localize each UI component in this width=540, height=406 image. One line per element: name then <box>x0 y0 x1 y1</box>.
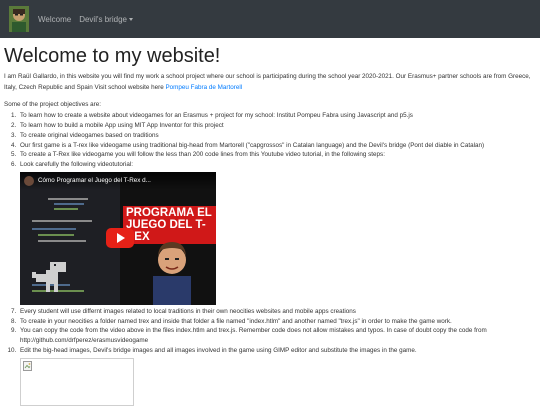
nav-link-welcome[interactable]: Welcome <box>38 15 71 24</box>
youtube-video-embed[interactable]: Cómo Programar el Juego del T-Rex d... P… <box>20 171 216 305</box>
list-item-text: Edit the big-head images, Devil's bridge… <box>20 346 417 354</box>
avatar-logo-icon[interactable] <box>8 5 30 33</box>
list-item: To create in your neocities a folder nam… <box>18 317 536 327</box>
intro-paragraph: I am Raül Gallardo, in this website you … <box>4 72 536 93</box>
list-item: To learn how to build a mobile App using… <box>18 121 536 131</box>
main-content: Welcome to my website! I am Raül Gallard… <box>0 44 540 406</box>
school-website-link[interactable]: Pompeu Fabra de Martorell <box>165 84 242 91</box>
list-item: Our first game is a T-rex like videogame… <box>18 141 536 151</box>
channel-avatar <box>24 175 34 186</box>
list-item: To learn how to create a website about v… <box>18 111 536 121</box>
nav-dropdown-devils-bridge[interactable]: Devil's bridge <box>79 15 133 24</box>
broken-image-icon <box>23 360 32 371</box>
video-title-bar: Cómo Programar el Juego del T-Rex d... <box>20 171 216 190</box>
broken-image-placeholder <box>20 357 134 406</box>
page-title: Welcome to my website! <box>4 45 221 67</box>
list-item-text: Look carefully the following videotutori… <box>20 161 134 169</box>
thumbnail-line-1: PROGRAMA EL <box>126 206 212 219</box>
list-item: Look carefully the following videotutori… <box>18 160 536 305</box>
list-item: Every student will use differnt images r… <box>18 307 536 317</box>
objectives-heading: Some of the project objectives are: <box>4 101 101 109</box>
list-item: To create original videogames based on t… <box>18 131 536 141</box>
nav-dropdown-label: Devil's bridge <box>79 14 127 24</box>
presenter-image <box>153 241 191 305</box>
objectives-list: To learn how to create a website about v… <box>4 111 536 406</box>
list-item: To create a T-Rex like videogame you wil… <box>18 150 536 160</box>
play-button-icon[interactable] <box>106 227 134 248</box>
intro-text: I am Raül Gallardo, in this website you … <box>4 73 531 91</box>
chevron-down-icon <box>128 17 133 21</box>
video-title[interactable]: Cómo Programar el Juego del T-Rex d... <box>38 176 151 186</box>
list-item: You can copy the code from the video abo… <box>18 326 536 346</box>
list-item: Edit the big-head images, Devil's bridge… <box>18 346 536 406</box>
navbar: Welcome Devil's bridge <box>0 0 540 38</box>
t-rex-dino-icon <box>32 261 66 292</box>
